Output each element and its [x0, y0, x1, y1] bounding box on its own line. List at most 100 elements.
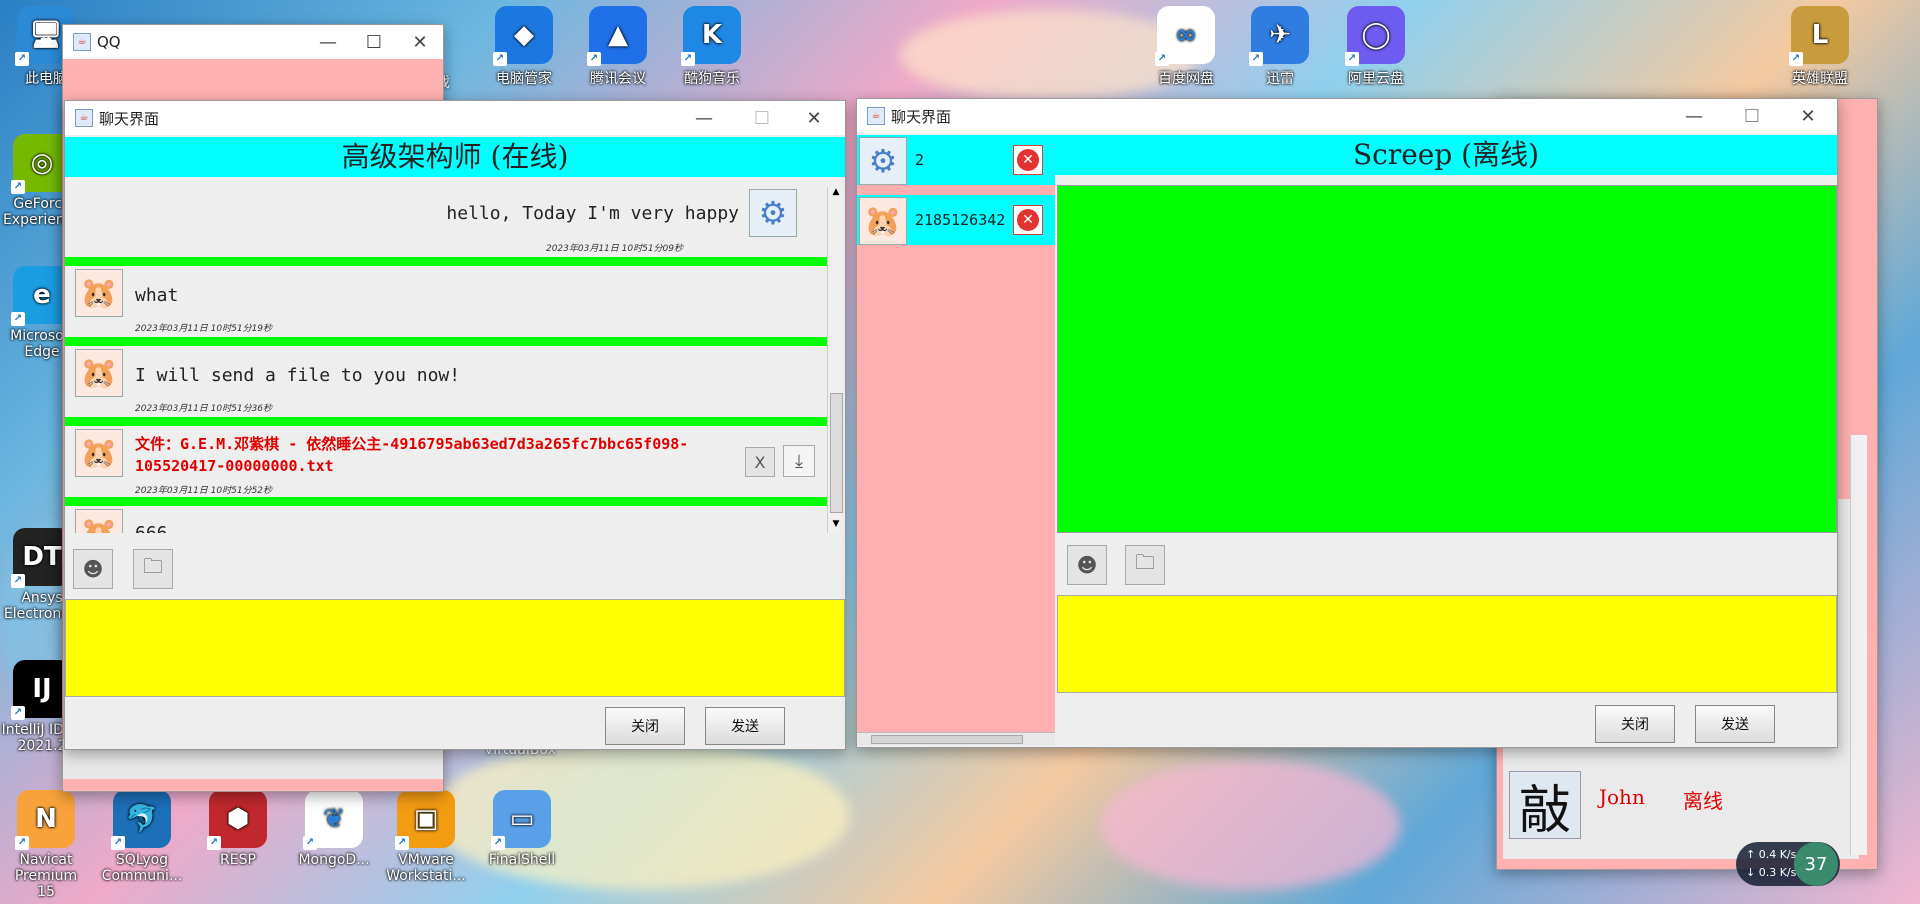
desktop-icon-label: 迅雷	[1266, 71, 1294, 87]
close-icon[interactable]: ✕	[1785, 99, 1831, 133]
close-button[interactable]: 关闭	[605, 707, 685, 745]
desktop-icon-label: 电脑管家	[496, 71, 552, 87]
desktop-icon-top-3[interactable]: K ↗ 酷狗音乐	[670, 6, 754, 88]
close-button[interactable]: 关闭	[1595, 705, 1675, 743]
shortcut-arrow-icon: ↗	[1789, 52, 1803, 66]
self-avatar-gear-icon: ⚙	[749, 189, 797, 237]
desktop-icon-bottom-1[interactable]: 🐬 ↗ SQLyog Communi...	[100, 790, 184, 884]
message-input[interactable]	[1057, 595, 1837, 693]
chat-window-left[interactable]: ☕ 聊天界面 — ☐ ✕ 高级架构师 (在线) hello, Today I'm…	[64, 100, 846, 750]
app-icon: ◆ ↗	[493, 6, 553, 66]
chat-window-title: 聊天界面	[891, 107, 952, 126]
desktop-icon-top-1[interactable]: ◆ ↗ 电脑管家	[482, 6, 566, 88]
app-icon: K ↗	[681, 6, 741, 66]
minimize-icon[interactable]: —	[681, 101, 727, 135]
send-button[interactable]: 发送	[705, 707, 785, 745]
shortcut-arrow-icon: ↗	[11, 706, 25, 720]
chat-header: Screep (离线)	[1055, 135, 1837, 175]
contact-sidebar[interactable]: ⚙ 2 ✕ 🐹 2185126342 ✕	[857, 135, 1055, 745]
emoji-button-icon[interactable]: ☻	[1067, 545, 1107, 585]
desktop-icon-label: SQLyog Communi...	[101, 852, 183, 884]
app-icon: ▭ ↗	[491, 790, 551, 850]
scroll-up-icon[interactable]: ▲	[828, 187, 844, 201]
message-separator	[65, 337, 827, 346]
chat-header: 高级架构师 (在线)	[65, 137, 845, 177]
shortcut-arrow-icon: ↗	[111, 836, 125, 850]
shortcut-arrow-icon: ↗	[1249, 52, 1263, 66]
download-speed: ↓ 0.3 K/s	[1746, 866, 1797, 879]
desktop-icon-bottom-0[interactable]: N ↗ Navicat Premium 15	[4, 790, 88, 900]
contact-item[interactable]: 🐹 2185126342 ✕	[857, 195, 1055, 245]
desktop-icon-label: Navicat Premium 15	[14, 852, 78, 900]
shortcut-arrow-icon: ↗	[15, 52, 29, 66]
message-list[interactable]: hello, Today I'm very happy ⚙ 2023年03月11…	[65, 187, 830, 533]
app-icon: ▣ ↗	[395, 790, 455, 850]
desktop-icon-bottom-5[interactable]: ▭ ↗ FinalShell	[480, 790, 564, 868]
remove-contact-icon[interactable]: ✕	[1013, 205, 1043, 235]
send-file-folder-icon[interactable]: 🗀	[1125, 545, 1165, 585]
send-file-folder-icon[interactable]: 🗀	[133, 549, 173, 589]
message-list[interactable]	[1057, 185, 1837, 533]
desktop-icon-bottom-4[interactable]: ▣ ↗ VMware Workstati...	[384, 790, 468, 884]
contact-avatar-hamster-icon: 🐹	[75, 509, 123, 533]
desktop-icon-top-5[interactable]: ✈ ↗ 迅雷	[1238, 6, 1322, 88]
app-icon: N ↗	[15, 790, 75, 850]
contact-avatar-hamster-icon: 🐹	[75, 349, 123, 397]
sidebar-hscrollbar[interactable]	[857, 732, 1055, 745]
desktop-icon-top-2[interactable]: ▲ ↗ 腾讯会议	[576, 6, 660, 88]
remove-contact-icon[interactable]: ✕	[1013, 145, 1043, 175]
desktop-icon-top-4[interactable]: ∞ ↗ 百度网盘	[1144, 6, 1228, 88]
shortcut-arrow-icon: ↗	[1345, 52, 1359, 66]
close-icon[interactable]: ✕	[791, 101, 837, 135]
desktop-icon-bottom-3[interactable]: ❦ ↗ MongoD...	[292, 790, 376, 868]
desktop-icon-label: 百度网盘	[1158, 71, 1214, 87]
contact-avatar-hamster-icon: 🐹	[75, 429, 123, 477]
file-message-name-line2: 105520417-00000000.txt	[135, 457, 334, 475]
message-separator	[65, 497, 827, 506]
file-download-icon[interactable]: ⤓	[783, 445, 815, 477]
message-input[interactable]	[65, 599, 845, 697]
upload-speed: ↑ 0.4 K/s	[1746, 848, 1797, 861]
desktop-icon-label: 英雄联盟	[1792, 71, 1848, 87]
minimize-icon[interactable]: —	[1671, 99, 1717, 133]
desktop-icon-label: 酷狗音乐	[684, 71, 740, 87]
file-cancel-button[interactable]: X	[745, 447, 775, 477]
hscroll-thumb[interactable]	[871, 735, 1023, 744]
contact-avatar-gear-icon: ⚙	[859, 137, 907, 185]
contact-name[interactable]: John	[1599, 785, 1645, 809]
contact-avatar-hamster-icon: 🐹	[859, 197, 907, 245]
message-scrollbar[interactable]: ▲ ▼	[827, 187, 844, 533]
shortcut-arrow-icon: ↗	[15, 836, 29, 850]
shortcut-arrow-icon: ↗	[11, 180, 25, 194]
app-icon: ⬢ ↗	[207, 790, 267, 850]
shortcut-arrow-icon: ↗	[681, 52, 695, 66]
shortcut-arrow-icon: ↗	[491, 836, 505, 850]
minimize-icon[interactable]: —	[305, 25, 351, 59]
send-button[interactable]: 发送	[1695, 705, 1775, 743]
emoji-button-icon[interactable]: ☻	[73, 549, 113, 589]
desktop-icon-top-6[interactable]: ◯ ↗ 阿里云盘	[1334, 6, 1418, 88]
message-separator	[65, 417, 827, 426]
contact-item[interactable]: ⚙ 2 ✕	[857, 135, 1055, 185]
contact-list-scrollbar[interactable]	[1850, 435, 1867, 855]
java-app-icon: ☕	[867, 107, 885, 125]
maximize-icon[interactable]: ☐	[739, 101, 785, 135]
desktop-icon-top-7[interactable]: L ↗ 英雄联盟	[1778, 6, 1862, 88]
network-monitor-widget[interactable]: ↑ 0.4 K/s ↓ 0.3 K/s 37	[1736, 842, 1840, 886]
maximize-icon[interactable]: ☐	[1729, 99, 1775, 133]
maximize-icon[interactable]: ☐	[351, 25, 397, 59]
shortcut-arrow-icon: ↗	[11, 312, 25, 326]
close-icon[interactable]: ✕	[397, 25, 443, 59]
app-icon: 🐬 ↗	[111, 790, 171, 850]
scroll-down-icon[interactable]: ▼	[828, 519, 844, 533]
scroll-thumb[interactable]	[830, 393, 843, 513]
desktop-icon-bottom-2[interactable]: ⬢ ↗ RESP	[196, 790, 280, 868]
chat-window-right[interactable]: ☕ 聊天界面 — ☐ ✕ ⚙ 2 ✕ 🐹 2185126342 ✕ Screep…	[856, 98, 1838, 748]
contact-avatar[interactable]: 敲	[1509, 771, 1581, 841]
message-text: hello, Today I'm very happy	[446, 203, 739, 224]
shortcut-arrow-icon: ↗	[395, 836, 409, 850]
shortcut-arrow-icon: ↗	[493, 52, 507, 66]
app-icon: ∞ ↗	[1155, 6, 1215, 66]
shortcut-arrow-icon: ↗	[11, 574, 25, 588]
message-text: 666	[135, 523, 168, 533]
